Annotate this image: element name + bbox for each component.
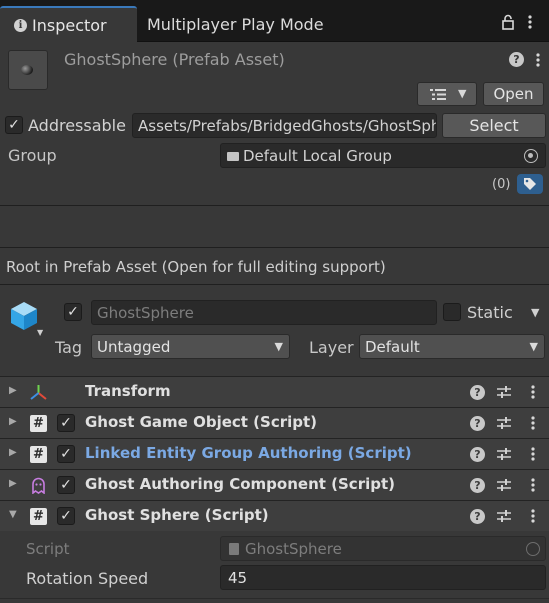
addressable-checkbox[interactable]: ✓: [5, 116, 23, 134]
kebab-menu-icon[interactable]: [530, 446, 536, 462]
component-transform[interactable]: ▶ Transform ?: [0, 376, 549, 407]
static-label: Static: [467, 303, 513, 322]
static-checkbox[interactable]: [443, 303, 461, 321]
label-count: (0): [492, 177, 511, 192]
script-label: Script: [26, 540, 70, 558]
layer-value: Default: [365, 338, 420, 356]
component-ghost-game-object[interactable]: ▶ # ✓ Ghost Game Object (Script) ?: [0, 407, 549, 438]
layer-dropdown[interactable]: Default ▼: [359, 334, 545, 359]
fold-arrow-icon[interactable]: ▶: [9, 478, 17, 489]
script-icon: #: [30, 508, 47, 525]
tag-dropdown[interactable]: Untagged ▼: [91, 334, 290, 359]
lock-icon[interactable]: [500, 14, 516, 30]
component-name: Ghost Sphere (Script): [85, 506, 269, 524]
kebab-menu-icon[interactable]: [530, 477, 536, 493]
object-picker-icon[interactable]: [524, 149, 538, 163]
preset-icon[interactable]: [496, 446, 512, 462]
prefab-cube-icon[interactable]: [9, 300, 39, 332]
divider: [0, 247, 549, 248]
group-value: Default Local Group: [243, 147, 392, 165]
component-ghost-authoring[interactable]: ▶ ✓ Ghost Authoring Component (Script) ?: [0, 469, 549, 500]
gameobject-active-checkbox[interactable]: ✓: [64, 303, 82, 321]
gameobject-name-field[interactable]: GhostSphere: [91, 300, 437, 325]
divider: [0, 598, 549, 599]
tab-inspector-label: Inspector: [32, 16, 107, 35]
component-name: Ghost Game Object (Script): [85, 413, 318, 431]
tag-label: Tag: [55, 338, 83, 357]
list-dropdown-button[interactable]: ▼: [417, 82, 477, 106]
chevron-down-icon: ▼: [274, 340, 283, 353]
prefab-thumbnail: [8, 50, 48, 90]
ghost-icon: [32, 477, 45, 494]
addressable-path-field[interactable]: Assets/Prefabs/BridgedGhosts/GhostSphere…: [132, 113, 437, 138]
root-message: Root in Prefab Asset (Open for full edit…: [6, 258, 386, 276]
tab-multiplayer-play-mode[interactable]: Multiplayer Play Mode: [147, 15, 324, 34]
fold-arrow-expanded-icon[interactable]: ▼: [9, 509, 17, 520]
tab-inspector[interactable]: i Inspector: [0, 6, 137, 42]
asset-title: GhostSphere (Prefab Asset): [64, 50, 285, 69]
kebab-menu-icon[interactable]: [530, 508, 536, 524]
script-file-icon: [229, 543, 239, 555]
kebab-menu-icon[interactable]: [535, 52, 541, 68]
help-icon[interactable]: ?: [470, 478, 485, 493]
component-enabled-checkbox[interactable]: ✓: [57, 445, 75, 463]
kebab-menu-icon[interactable]: [530, 384, 536, 400]
help-icon[interactable]: ?: [470, 447, 485, 462]
script-icon: #: [30, 446, 47, 463]
transform-icon: [30, 385, 47, 400]
layer-label: Layer: [309, 338, 354, 357]
component-ghost-sphere[interactable]: ▼ # ✓ Ghost Sphere (Script) ?: [0, 500, 549, 531]
rotation-speed-field[interactable]: 45: [220, 565, 546, 590]
kebab-menu-icon[interactable]: [525, 14, 535, 30]
tag-value: Untagged: [97, 338, 171, 356]
preset-icon[interactable]: [496, 477, 512, 493]
script-field: GhostSphere: [220, 536, 546, 561]
preset-icon[interactable]: [496, 508, 512, 524]
help-icon[interactable]: ?: [470, 416, 485, 431]
kebab-menu-icon[interactable]: [530, 415, 536, 431]
component-name: Transform: [85, 382, 171, 400]
help-icon[interactable]: ?: [470, 385, 485, 400]
component-name: Linked Entity Group Authoring (Script): [85, 444, 412, 462]
fold-arrow-icon[interactable]: ▶: [9, 447, 17, 458]
folder-icon: [227, 152, 239, 161]
labels-button[interactable]: [517, 174, 543, 194]
group-label: Group: [8, 146, 57, 165]
component-name: Ghost Authoring Component (Script): [85, 475, 395, 493]
static-dropdown-icon[interactable]: ▼: [531, 306, 539, 319]
preset-icon[interactable]: [496, 384, 512, 400]
info-icon: i: [14, 19, 27, 32]
tag-icon: [524, 178, 536, 190]
chevron-down-icon: ▼: [458, 87, 467, 100]
open-button[interactable]: Open: [483, 82, 544, 106]
help-icon[interactable]: ?: [509, 52, 524, 67]
preset-icon[interactable]: [496, 415, 512, 431]
group-field[interactable]: Default Local Group: [220, 143, 546, 168]
object-picker-icon: [526, 542, 540, 556]
select-button[interactable]: Select: [442, 113, 546, 138]
fold-arrow-icon[interactable]: ▶: [9, 416, 17, 427]
addressable-label: Addressable: [28, 116, 126, 135]
rotation-speed-label: Rotation Speed: [26, 569, 149, 588]
divider: [0, 205, 549, 206]
chevron-down-icon: ▼: [529, 340, 538, 353]
component-enabled-checkbox[interactable]: ✓: [57, 414, 75, 432]
component-enabled-checkbox[interactable]: ✓: [57, 507, 75, 525]
list-icon: [430, 89, 446, 100]
fold-arrow-icon[interactable]: ▶: [9, 385, 17, 396]
divider: [0, 284, 549, 285]
script-value: GhostSphere: [245, 540, 342, 558]
help-icon[interactable]: ?: [470, 509, 485, 524]
component-linked-entity-group-authoring[interactable]: ▶ # ✓ Linked Entity Group Authoring (Scr…: [0, 438, 549, 469]
chevron-down-icon[interactable]: ▼: [37, 328, 43, 337]
script-icon: #: [30, 415, 47, 432]
component-enabled-checkbox[interactable]: ✓: [57, 476, 75, 494]
